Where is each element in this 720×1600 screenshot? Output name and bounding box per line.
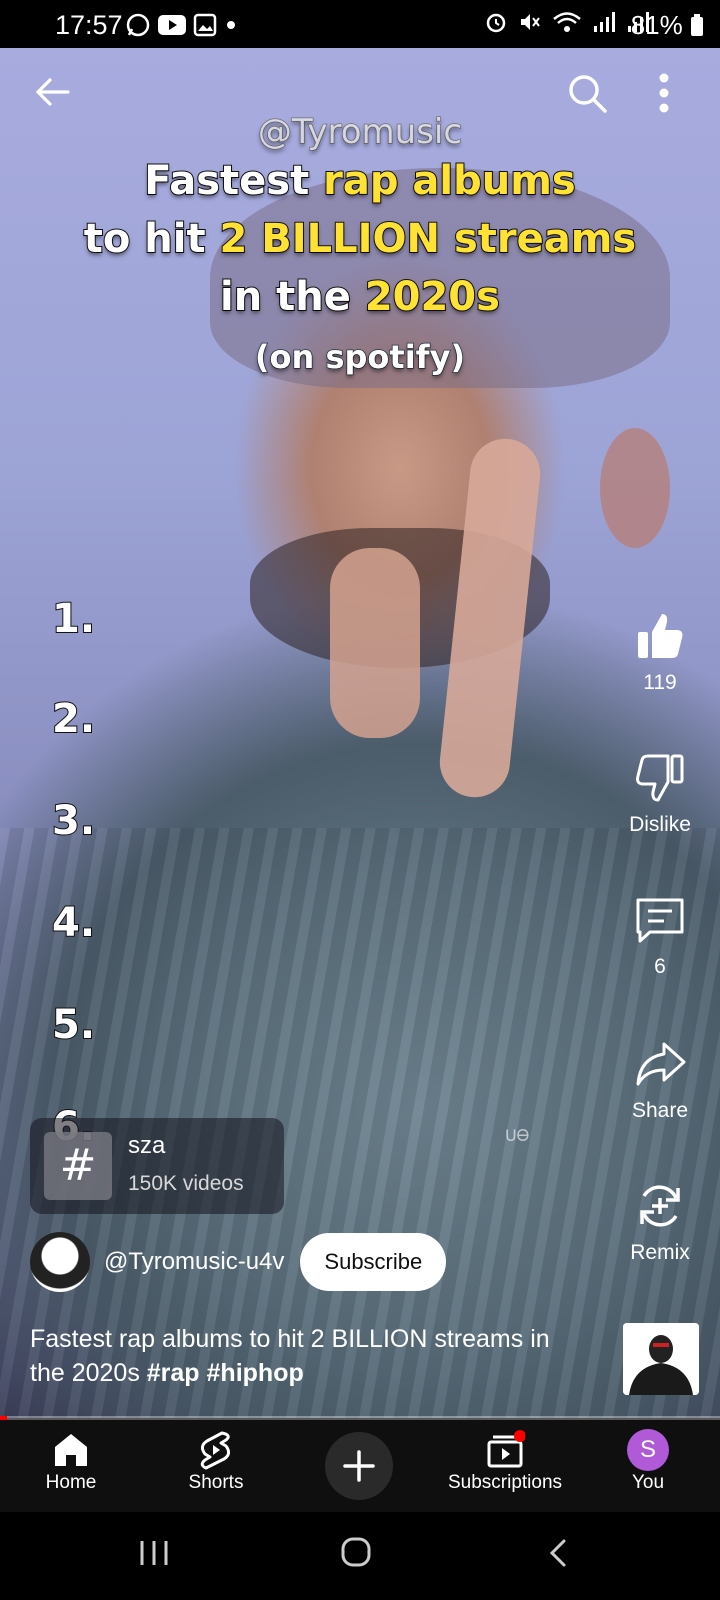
youtube-icon	[158, 15, 186, 35]
video-watermark: ᑌᎾ	[505, 1128, 530, 1145]
subscribe-button[interactable]: Subscribe	[300, 1233, 447, 1291]
create-button[interactable]	[325, 1432, 393, 1500]
rank-item: 2.	[51, 695, 96, 743]
overlay-line1-white: Fastest	[143, 157, 324, 205]
status-time: 17:57	[55, 10, 123, 40]
hashtag-icon: #	[44, 1132, 112, 1200]
nav-subscriptions-label: Subscriptions	[447, 1472, 563, 1493]
channel-avatar[interactable]	[30, 1232, 90, 1292]
gallery-icon	[193, 13, 217, 37]
like-count: 119	[643, 671, 677, 694]
share-label: Share	[631, 1099, 689, 1122]
wifi-icon	[553, 12, 581, 32]
comment-count: 6	[654, 955, 666, 978]
thumbs-up-icon	[638, 614, 683, 658]
comment-icon	[636, 898, 684, 943]
share-icon	[636, 1042, 686, 1086]
alarm-icon	[486, 13, 506, 33]
rank-item: 4.	[51, 899, 96, 947]
mute-icon	[521, 14, 540, 30]
whatsapp-icon	[126, 13, 150, 37]
share-button[interactable]: Share	[610, 1038, 710, 1123]
status-notification-icons	[125, 12, 239, 38]
overlay-line2-yellow: 2 BILLION streams	[219, 215, 638, 263]
battery-level: 81%	[630, 10, 683, 40]
video-overlay-subtitle: (on spotify)	[254, 337, 466, 377]
rank-item: 3.	[51, 797, 96, 845]
nav-shorts-label: Shorts	[188, 1472, 244, 1493]
topic-name: sza	[128, 1132, 166, 1159]
home-circle-icon	[341, 1537, 371, 1567]
back-system-button[interactable]	[546, 1538, 570, 1573]
sound-thumbnail[interactable]	[623, 1323, 699, 1395]
remix-button[interactable]: Remix	[610, 1180, 710, 1265]
sound-thumbnail-image	[623, 1323, 699, 1395]
hashtag-topic-chip[interactable]: # sza 150K videos	[30, 1118, 284, 1214]
back-arrow-icon	[36, 78, 70, 106]
dislike-label: Dislike	[629, 813, 691, 836]
nav-subscriptions[interactable]: Subscriptions	[440, 1428, 570, 1494]
overlay-line3-white: in the	[219, 273, 365, 321]
subscriptions-icon	[487, 1430, 525, 1468]
nav-shorts[interactable]: Shorts	[178, 1428, 254, 1494]
comments-button[interactable]: 6	[610, 894, 710, 979]
video-overlay-line2: to hit 2 BILLION streams	[0, 215, 720, 263]
nav-you-label: You	[631, 1472, 665, 1493]
overlay-line1-yellow: rap albums	[322, 157, 577, 205]
status-bar: 17:57 81%	[0, 0, 720, 48]
rank-item: 5.	[51, 1001, 96, 1049]
android-system-nav	[0, 1512, 720, 1600]
back-button[interactable]	[32, 72, 72, 117]
remix-label: Remix	[630, 1241, 690, 1264]
overlay-line2-white: to hit	[83, 215, 220, 263]
video-overlay-line1: Fastest rap albums	[0, 157, 720, 205]
you-avatar: S	[627, 1429, 669, 1471]
you-avatar-initial: S	[639, 1436, 656, 1463]
video-figure-ear	[600, 428, 670, 548]
plus-icon	[343, 1450, 375, 1482]
hashtag-rap[interactable]: #rap	[147, 1359, 200, 1387]
home-system-button[interactable]	[340, 1536, 372, 1573]
hashtag-hiphop[interactable]: #hiphop	[207, 1359, 304, 1387]
shorts-icon	[200, 1431, 231, 1470]
dot-icon	[227, 21, 235, 29]
overlay-line3-yellow: 2020s	[364, 273, 501, 321]
channel-row: @Tyromusic-u4v Subscribe	[30, 1232, 447, 1292]
signal-icon	[594, 12, 615, 32]
topic-video-count: 150K videos	[128, 1172, 244, 1195]
rank-item: 1.	[51, 595, 96, 643]
video-overlay-line3: in the 2020s	[0, 273, 720, 321]
battery-icon	[691, 14, 703, 36]
video-overlay-handle: @Tyromusic	[257, 111, 463, 153]
dislike-button[interactable]: Dislike	[610, 752, 710, 837]
remix-icon	[640, 1185, 680, 1227]
search-icon	[569, 75, 607, 113]
home-icon	[55, 1434, 87, 1466]
video-figure-hand	[330, 548, 420, 738]
recent-apps-button[interactable]	[138, 1538, 170, 1573]
nav-home-label: Home	[45, 1472, 97, 1493]
more-vert-icon	[659, 73, 669, 113]
video-caption[interactable]: Fastest rap albums to hit 2 BILLION stre…	[30, 1322, 570, 1390]
nav-home[interactable]: Home	[40, 1428, 102, 1494]
battery-indicator: 81%	[631, 10, 704, 41]
back-chevron-icon	[549, 1539, 566, 1567]
thumbs-down-icon	[636, 754, 684, 802]
channel-handle[interactable]: @Tyromusic-u4v	[104, 1248, 284, 1276]
status-system-icons	[484, 10, 650, 34]
like-button[interactable]: 119	[610, 610, 710, 695]
nav-you[interactable]: S You	[618, 1428, 678, 1494]
recent-apps-icon	[140, 1541, 168, 1565]
